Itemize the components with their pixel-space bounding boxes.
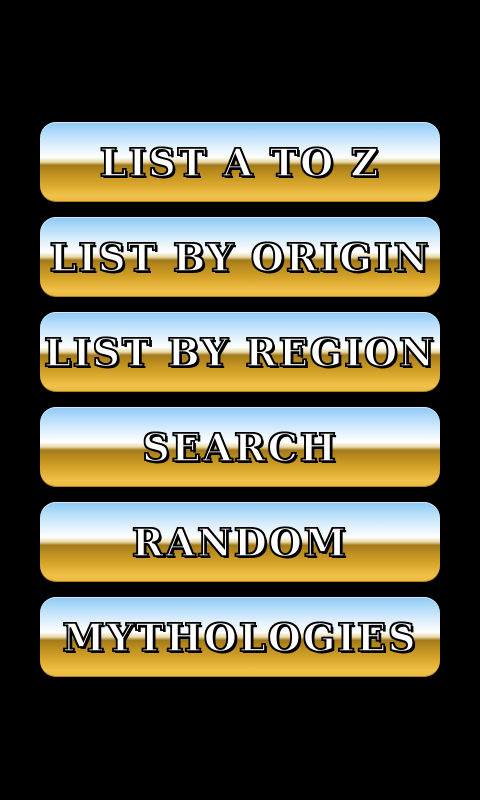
list-a-to-z-label: LIST A TO Z — [99, 139, 381, 186]
list-by-region-button[interactable]: LIST BY REGION — [40, 312, 440, 392]
main-menu: LIST A TO Z LIST BY ORIGIN LIST BY REGIO… — [40, 122, 440, 692]
search-button[interactable]: SEARCH — [40, 407, 440, 487]
search-label: SEARCH — [141, 424, 338, 471]
mythologies-button[interactable]: MYTHOLOGIES — [40, 597, 440, 677]
list-a-to-z-button[interactable]: LIST A TO Z — [40, 122, 440, 202]
list-by-origin-button[interactable]: LIST BY ORIGIN — [40, 217, 440, 297]
random-button[interactable]: RANDOM — [40, 502, 440, 582]
list-by-origin-label: LIST BY ORIGIN — [49, 234, 431, 281]
random-label: RANDOM — [131, 519, 348, 566]
mythologies-label: MYTHOLOGIES — [62, 614, 418, 661]
main-menu-screen: LIST A TO Z LIST BY ORIGIN LIST BY REGIO… — [0, 0, 480, 800]
list-by-region-label: LIST BY REGION — [43, 329, 436, 376]
